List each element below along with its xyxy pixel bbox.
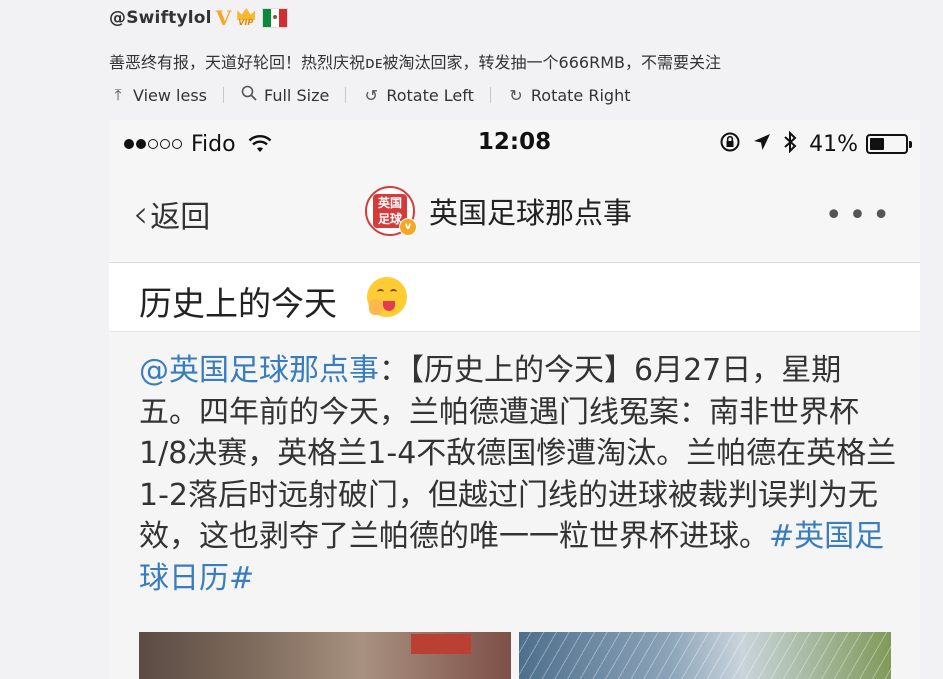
view-less-button[interactable]: ⤒ View less [109, 85, 207, 105]
full-size-button[interactable]: Full Size [240, 85, 329, 105]
battery-percentage: 41% [809, 131, 858, 157]
screenshot-image[interactable]: Fido 12:08 41% ‹ 返回 英国足球 v 英国足球那点事 ••• 历… [109, 120, 920, 679]
phone-status-bar: Fido 12:08 41% [109, 120, 920, 168]
account-name[interactable]: 英国足球那点事 [429, 190, 632, 232]
back-label: 返回 [150, 200, 211, 235]
toolbar-divider [223, 87, 225, 103]
magnifier-icon [240, 85, 258, 105]
rotate-right-button[interactable]: ↻ Rotate Right [507, 85, 630, 105]
toolbar-divider [489, 87, 491, 103]
collapse-up-icon: ⤒ [114, 85, 122, 104]
article-photo-right[interactable] [519, 632, 891, 679]
back-button[interactable]: ‹ 返回 [133, 192, 210, 236]
more-options-icon[interactable]: ••• [825, 198, 896, 233]
username[interactable]: @Swiftylol [109, 8, 212, 28]
yum-emoji-icon [367, 277, 407, 317]
avatar[interactable]: 英国足球 v [365, 186, 417, 236]
app-nav-bar: ‹ 返回 英国足球 v 英国足球那点事 ••• [109, 168, 920, 263]
post-text: 善恶终有报，天道好轮回！热烈庆祝ᴅᴇ被淘汰回家，转发抽一个666RMB，不需要关… [109, 53, 721, 72]
location-arrow-icon [753, 132, 771, 156]
vip-badge-icon: VIP [235, 8, 257, 28]
image-toolbar: ⤒ View less Full Size ↺ Rotate Left ↻ Ro… [109, 85, 630, 105]
verified-badge-icon: V [215, 6, 232, 30]
rotate-left-button[interactable]: ↺ Rotate Left [362, 86, 474, 105]
post-header: @Swiftylol V VIP [109, 6, 289, 30]
bluetooth-icon [783, 130, 797, 158]
article-body: @英国足球那点事：【历史上的今天】6月27日，星期五。四年前的今天，兰帕德遭遇门… [139, 350, 899, 599]
mention-link[interactable]: @英国足球那点事 [139, 353, 379, 388]
rotate-left-icon: ↺ [364, 85, 379, 105]
rotation-lock-icon [719, 131, 741, 158]
article-content: @英国足球那点事：【历史上的今天】6月27日，星期五。四年前的今天，兰帕德遭遇门… [109, 332, 920, 679]
article-title: 历史上的今天 [139, 284, 337, 323]
article-title-bar: 历史上的今天 [109, 263, 920, 332]
rotate-right-icon: ↻ [509, 85, 523, 105]
toolbar-divider [345, 87, 347, 103]
battery-icon [866, 134, 912, 154]
verified-badge-icon: v [399, 218, 417, 236]
article-photo-left[interactable] [139, 632, 511, 679]
mexico-flag-icon [262, 8, 289, 28]
chevron-left-icon: ‹ [133, 192, 149, 236]
